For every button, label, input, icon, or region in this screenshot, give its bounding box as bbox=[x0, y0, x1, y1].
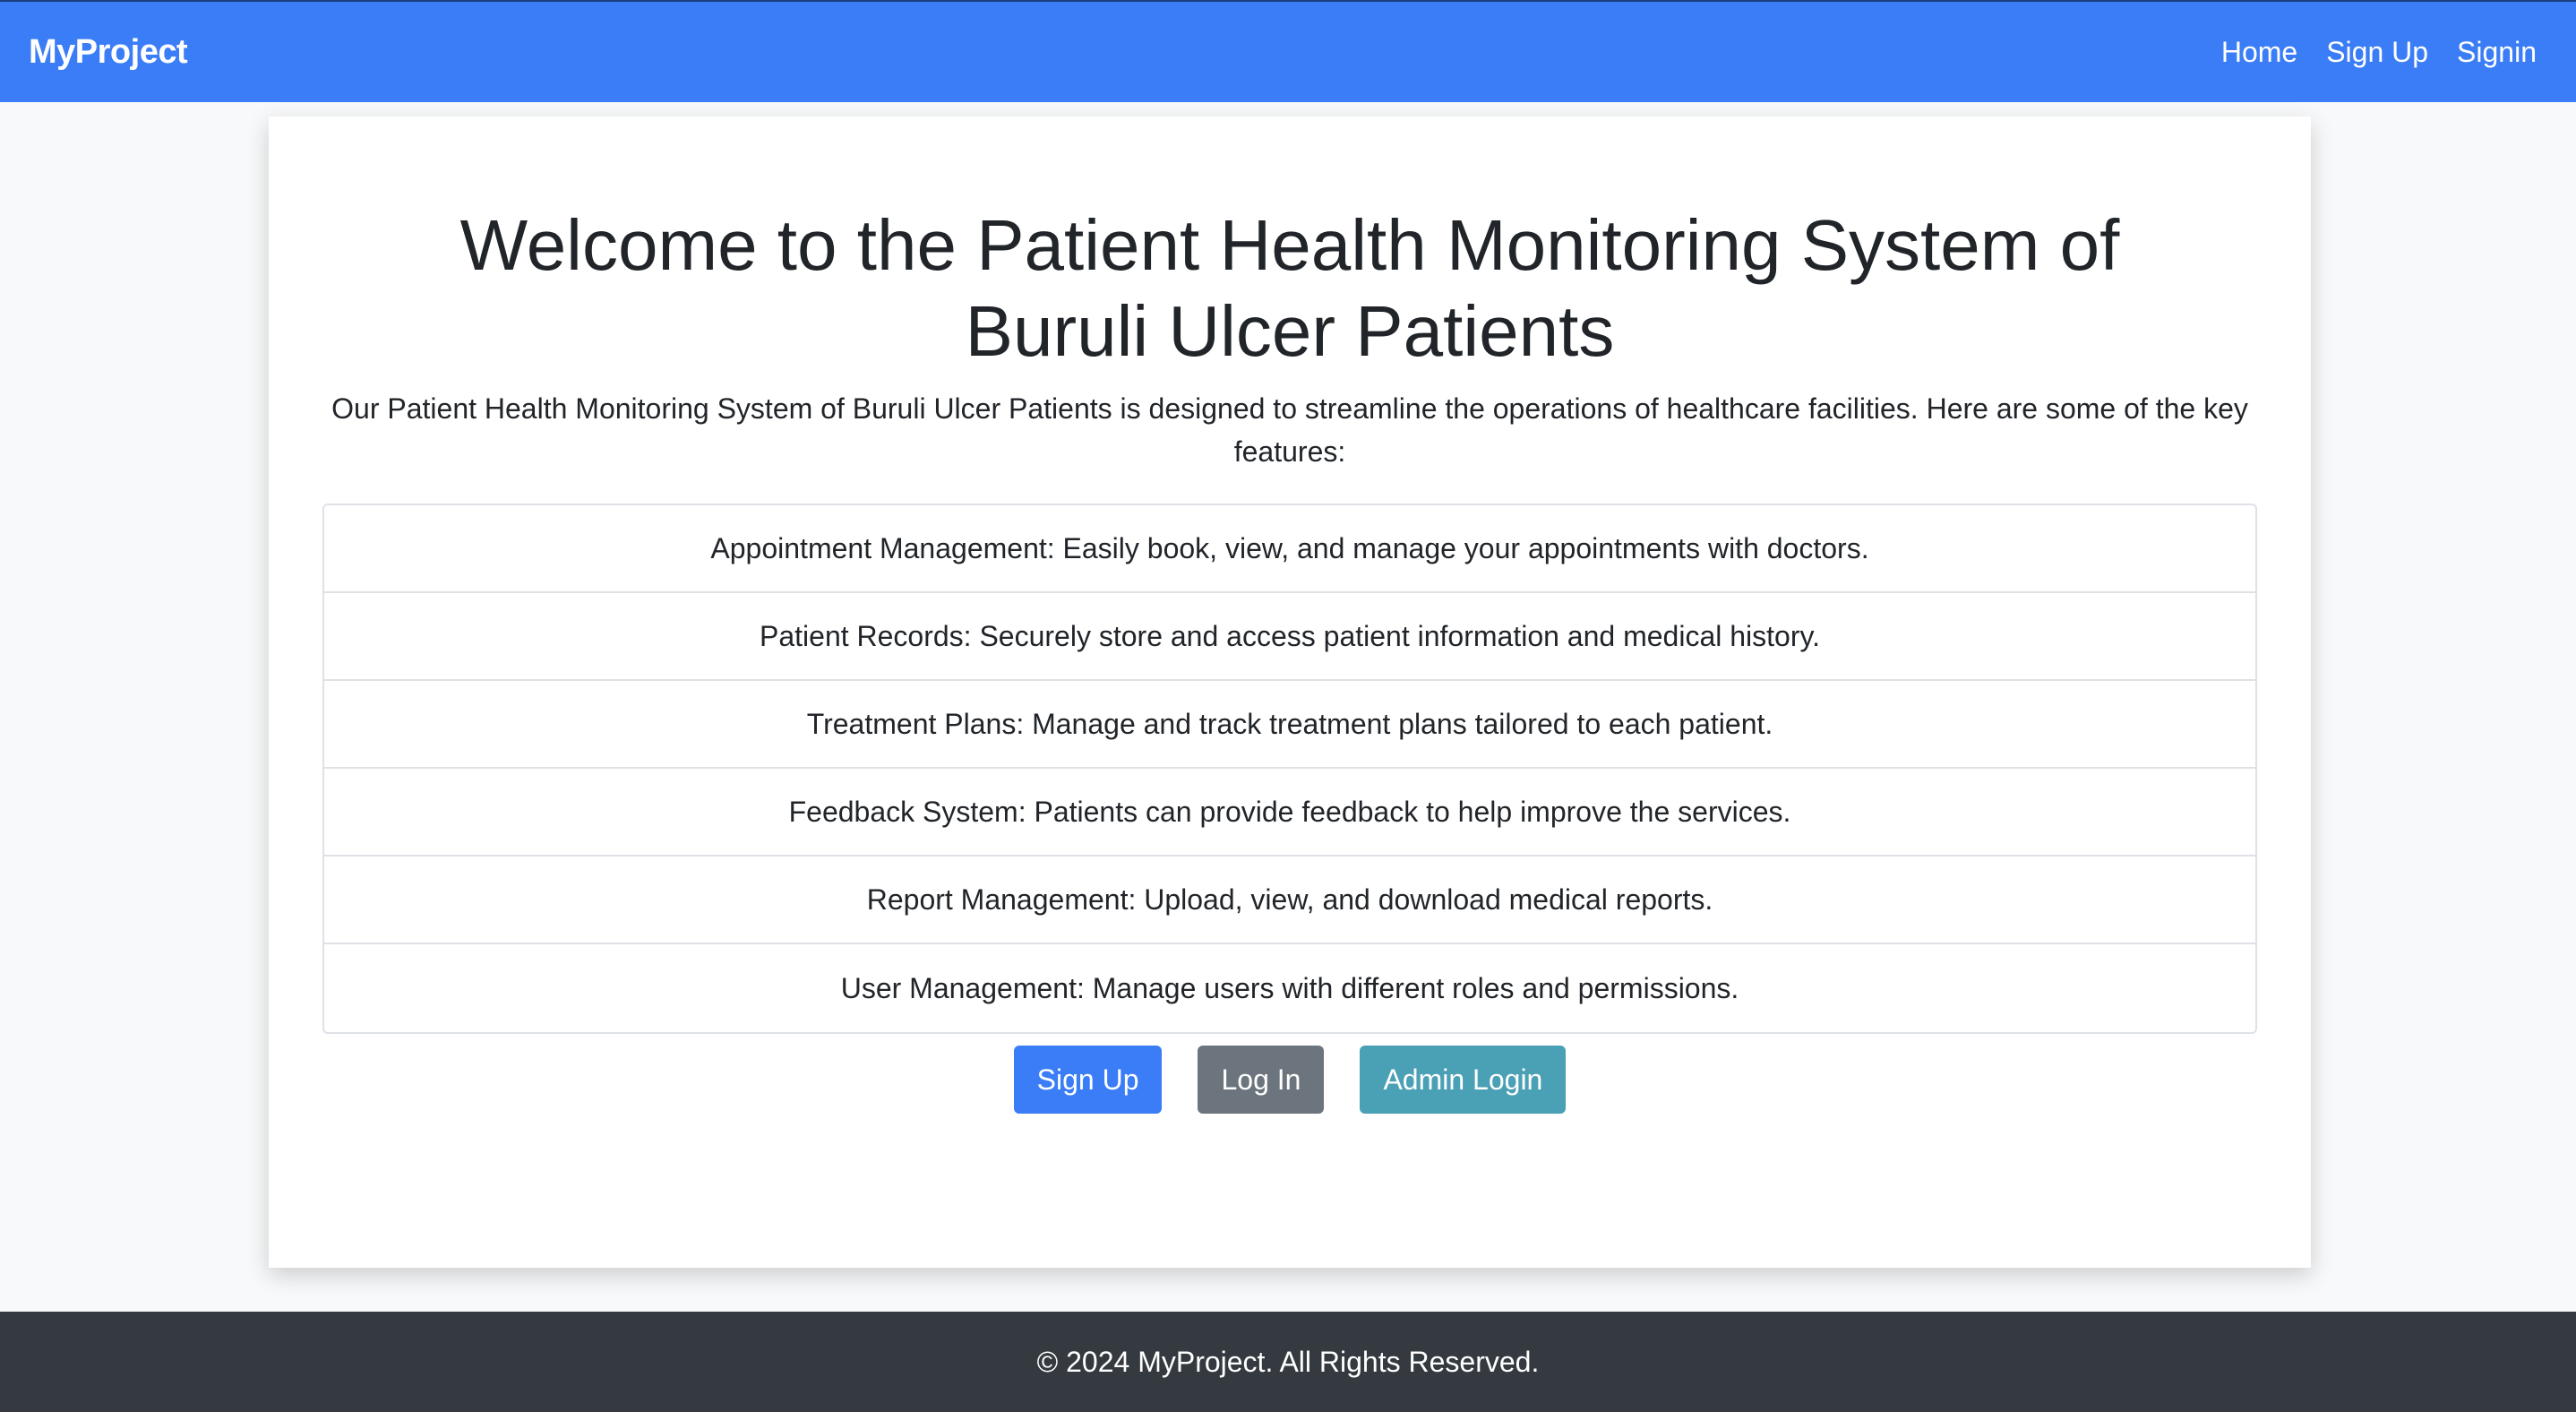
footer-copyright: © 2024 MyProject. All Rights Reserved. bbox=[1036, 1345, 1540, 1378]
top-navbar: MyProject Home Sign Up Signin bbox=[0, 0, 2576, 102]
feature-item-feedback: Feedback System: Patients can provide fe… bbox=[324, 769, 2255, 857]
admin-login-button[interactable]: Admin Login bbox=[1360, 1046, 1567, 1114]
login-button[interactable]: Log In bbox=[1198, 1046, 1325, 1114]
brand-link[interactable]: MyProject bbox=[29, 33, 188, 72]
page-title: Welcome to the Patient Health Monitoring… bbox=[459, 205, 2120, 371]
feature-item-treatment: Treatment Plans: Manage and track treatm… bbox=[324, 681, 2255, 769]
page-footer: © 2024 MyProject. All Rights Reserved. bbox=[0, 1312, 2576, 1412]
signup-button[interactable]: Sign Up bbox=[1013, 1046, 1163, 1114]
nav-home-link[interactable]: Home bbox=[2221, 36, 2297, 69]
intro-text: Our Patient Health Monitoring System of … bbox=[331, 392, 2248, 468]
feature-item-reports: Report Management: Upload, view, and dow… bbox=[324, 857, 2255, 944]
nav-links: Home Sign Up Signin bbox=[2193, 36, 2537, 69]
feature-list: Appointment Management: Easily book, vie… bbox=[322, 504, 2257, 1034]
action-buttons: Sign Up Log In Admin Login bbox=[269, 1046, 2311, 1114]
feature-item-users: User Management: Manage users with diffe… bbox=[840, 971, 1739, 1004]
welcome-card: Welcome to the Patient Health Monitoring… bbox=[269, 116, 2311, 1268]
feature-item-appointments: Appointment Management: Easily book, vie… bbox=[324, 505, 2255, 593]
feature-item-records: Patient Records: Securely store and acce… bbox=[324, 593, 2255, 681]
nav-signup-link[interactable]: Sign Up bbox=[2326, 36, 2428, 69]
nav-signin-link[interactable]: Signin bbox=[2457, 36, 2537, 69]
